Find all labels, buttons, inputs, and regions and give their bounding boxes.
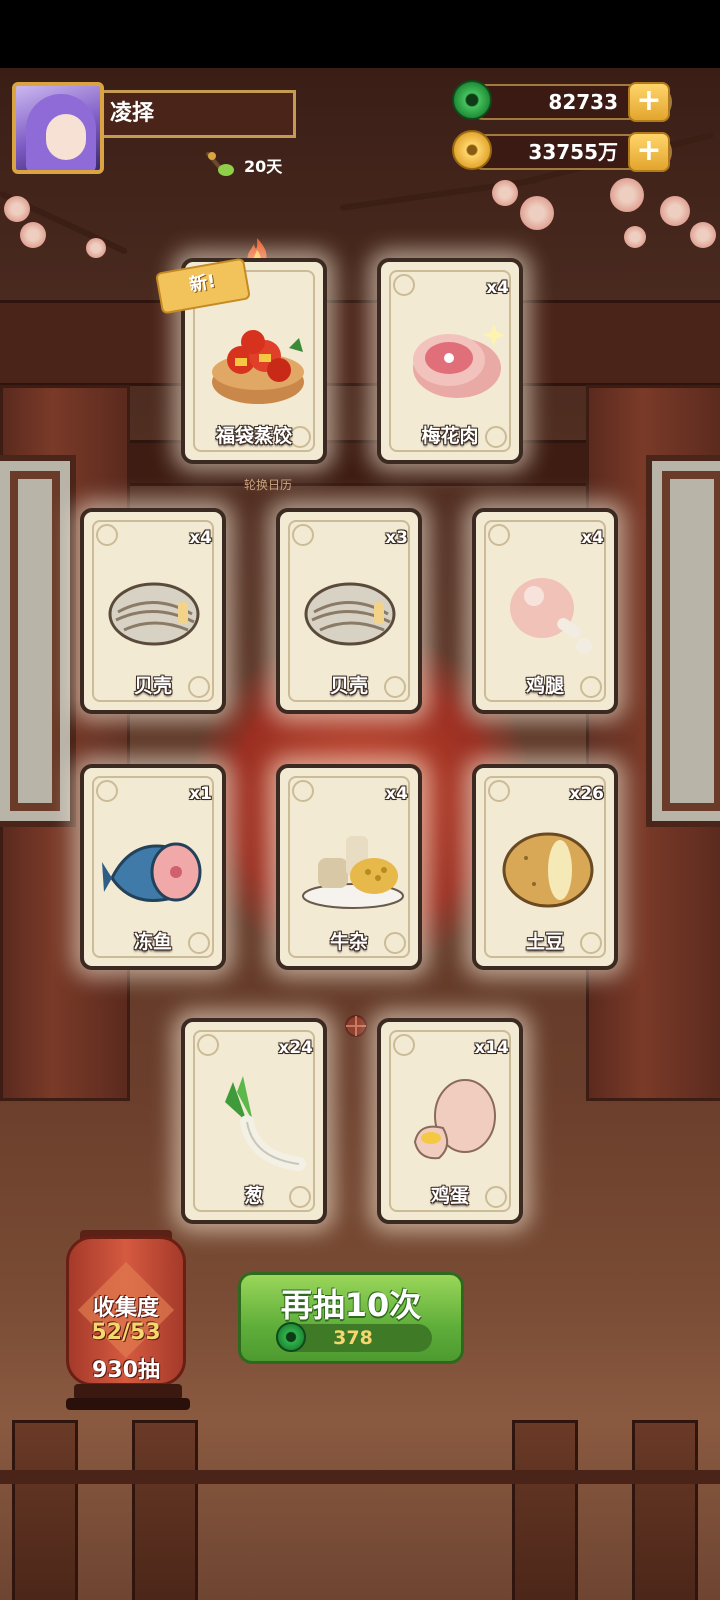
add-coins-button[interactable]: + [628,132,670,172]
dumpling-basket-icon [212,330,304,404]
card-quantity: x26 [569,784,604,804]
player-avatar[interactable] [12,82,104,174]
card-name: 冻鱼 [133,931,172,953]
clam-icon [304,582,396,646]
reward-card[interactable]: x24 葱 [181,1018,327,1224]
reward-card[interactable]: x4 牛杂 [276,764,422,970]
potato-icon [502,832,594,908]
days-label: 20天 [244,157,283,176]
card-quantity: x24 [278,1038,313,1058]
ornament-icon [345,1015,367,1037]
pork-icon [413,324,505,398]
draw-cost: 378 [333,1327,373,1349]
card-quantity: x4 [189,528,212,548]
game-screen: 凌择 20天 82733 + 33755万 + 福袋蒸饺 新! x4 梅花肉 轮… [0,0,720,1600]
gold-coin-icon [452,130,492,170]
reward-card[interactable]: x3 贝壳 [276,508,422,714]
fence-post [12,1420,78,1600]
fence-post [512,1420,578,1600]
reward-card[interactable]: x1 冻鱼 [80,764,226,970]
right-lattice-window [646,455,720,827]
blossom [660,196,690,226]
reward-card[interactable]: x4 梅花肉 [377,258,523,464]
blossom [610,178,644,212]
jade-coin-icon [452,80,492,120]
card-name: 贝壳 [329,675,368,697]
player-name: 凌择 [104,90,296,138]
collection-title: 收集度 [92,1296,159,1321]
reward-card[interactable]: x26 土豆 [472,764,618,970]
blossom [492,180,518,206]
card-name: 贝壳 [133,675,172,697]
add-jade-button[interactable]: + [628,82,670,122]
draw-again-label: 再抽10次 [280,1286,422,1324]
card-name: 土豆 [525,931,564,953]
blossom [20,222,46,248]
card-name: 葱 [244,1185,264,1207]
scallion-icon [225,1076,306,1171]
fence-post [132,1420,198,1600]
reward-card[interactable]: x4 贝壳 [80,508,226,714]
fish-icon [102,842,202,902]
collection-progress: 52/53 [91,1320,161,1345]
days-counter: 20天 [204,150,282,180]
blossom [86,238,106,258]
blossom [4,196,30,222]
card-quantity: x4 [486,278,509,298]
sprout-icon [206,152,234,176]
card-name: 牛杂 [329,931,368,953]
card-name: 福袋蒸饺 [215,425,292,447]
left-lattice-window [0,455,76,827]
card-name: 鸡腿 [525,675,564,697]
card-quantity: x4 [581,528,604,548]
egg-icon [413,1079,496,1160]
card-quantity: x14 [474,1038,509,1058]
card-name: 鸡蛋 [430,1185,469,1207]
blossom [624,226,646,248]
reward-card[interactable]: x14 鸡蛋 [377,1018,523,1224]
total-draws: 930抽 [92,1358,160,1383]
card-quantity: x3 [385,528,408,548]
jade-coin-icon [276,1322,306,1352]
lantern-stand [66,1398,190,1410]
card-name: 梅花肉 [421,425,479,447]
clam-icon [108,582,200,646]
reward-card[interactable]: x4 鸡腿 [472,508,618,714]
rotate-calendar-label: 轮换日历 [244,478,293,492]
beef-offal-icon [302,836,404,909]
fence-rail [0,1470,720,1484]
card-quantity: x1 [189,784,212,804]
blossom [690,222,716,248]
blossom [520,196,554,230]
fence-post [632,1420,698,1600]
roof-beam [0,300,720,386]
card-quantity: x4 [385,784,408,804]
drumstick-icon [510,578,592,654]
